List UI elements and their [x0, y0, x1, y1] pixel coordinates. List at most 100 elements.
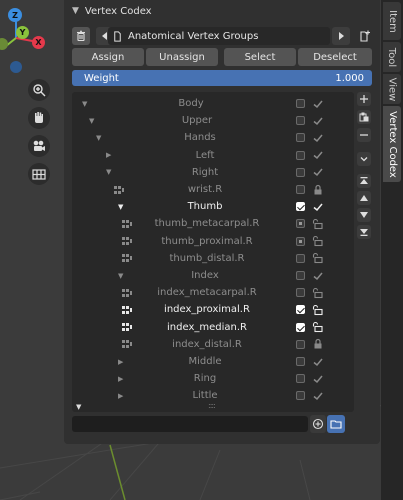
expand-down-icon[interactable]: ▼: [89, 117, 94, 125]
weight-slider[interactable]: Weight 1.000: [72, 70, 372, 86]
row-checkbox[interactable]: [296, 185, 305, 194]
tree-row[interactable]: ▼ Body: [72, 95, 354, 112]
row-checkbox[interactable]: [296, 150, 305, 160]
move-down-icon[interactable]: [357, 208, 371, 222]
tree-expander-down-icon[interactable]: ▼: [76, 403, 81, 411]
triangle-right-icon[interactable]: [332, 27, 350, 45]
row-checkbox[interactable]: [296, 339, 305, 349]
checkmark-icon[interactable]: [312, 356, 324, 368]
tree-row[interactable]: ▼ Index: [72, 267, 354, 284]
tree-row[interactable]: ▶ Ring: [72, 370, 354, 387]
tab-tool[interactable]: Tool: [383, 42, 401, 72]
grid-icon[interactable]: [28, 163, 50, 185]
row-checkbox[interactable]: [296, 219, 305, 229]
checkmark-icon[interactable]: [312, 270, 324, 282]
unlock-icon[interactable]: [312, 252, 324, 264]
tab-item-label: Item: [386, 9, 398, 33]
new-document-icon[interactable]: [356, 27, 374, 45]
minus-icon[interactable]: [357, 128, 371, 142]
unassign-button[interactable]: Unassign: [146, 48, 218, 66]
row-checkbox[interactable]: [296, 271, 305, 280]
tree-row[interactable]: ▶ Left: [72, 147, 354, 164]
lock-icon[interactable]: [312, 338, 324, 350]
folder-icon[interactable]: [327, 415, 345, 433]
trash-icon[interactable]: [72, 27, 90, 45]
row-checkbox[interactable]: [296, 253, 305, 263]
checkmark-icon[interactable]: [312, 149, 324, 161]
paste-icon[interactable]: [357, 110, 371, 124]
tree-row[interactable]: index_distal.R: [72, 336, 354, 353]
tree-row[interactable]: ▼ Thumb: [72, 198, 354, 215]
hand-icon[interactable]: [28, 107, 50, 129]
tree-row[interactable]: thumb_proximal.R: [72, 233, 354, 250]
tree-row-label: index_metacarpal.R: [157, 287, 257, 299]
tree-row[interactable]: ▼ Hands: [72, 129, 354, 146]
tree-row[interactable]: index_metacarpal.R: [72, 284, 354, 301]
row-checkbox[interactable]: [296, 374, 305, 384]
row-checkbox[interactable]: [296, 133, 305, 143]
checkmark-icon[interactable]: [312, 98, 324, 110]
plus-icon[interactable]: [357, 92, 371, 106]
z-axis-ball[interactable]: Z: [8, 8, 22, 22]
row-checkbox[interactable]: [296, 357, 305, 366]
move-bottom-icon[interactable]: [357, 225, 371, 239]
row-checkbox[interactable]: [296, 391, 305, 401]
unlock-icon[interactable]: [312, 287, 324, 299]
y-axis-ball[interactable]: Y: [16, 26, 29, 39]
x-axis-ball[interactable]: X: [32, 36, 45, 49]
panel-title: Vertex Codex: [84, 5, 152, 17]
move-up-icon[interactable]: [357, 191, 371, 205]
select-button[interactable]: Select: [224, 48, 296, 66]
zoom-icon[interactable]: [28, 79, 50, 101]
checkmark-icon[interactable]: [312, 390, 324, 402]
filter-input[interactable]: [72, 416, 308, 432]
tree-row[interactable]: ▶ Middle: [72, 353, 354, 370]
tree-row[interactable]: thumb_metacarpal.R: [72, 215, 354, 232]
expand-down-icon[interactable]: ▼: [96, 134, 101, 142]
tab-view[interactable]: View: [383, 74, 401, 104]
row-checkbox[interactable]: [296, 288, 305, 298]
row-checkbox[interactable]: [296, 167, 305, 177]
row-checkbox[interactable]: [296, 202, 305, 212]
tree-row[interactable]: wrist.R: [72, 181, 354, 198]
tab-item[interactable]: Item: [383, 2, 401, 40]
camera-icon[interactable]: [28, 135, 50, 157]
checkmark-icon[interactable]: [312, 373, 324, 385]
zoom-plus-icon[interactable]: [310, 415, 326, 433]
unlock-icon[interactable]: [312, 218, 324, 230]
tree-row[interactable]: ▼ Upper: [72, 112, 354, 129]
move-top-icon[interactable]: [357, 174, 371, 188]
row-checkbox[interactable]: [296, 116, 305, 126]
tab-vertex-codex[interactable]: Vertex Codex: [383, 106, 401, 182]
checkmark-icon[interactable]: [312, 132, 324, 144]
group-name-field[interactable]: Anatomical Vertex Groups: [108, 27, 330, 45]
expand-down-icon[interactable]: ▼: [82, 100, 87, 108]
expand-right-icon[interactable]: ▶: [106, 151, 111, 159]
assign-button[interactable]: Assign: [72, 48, 144, 66]
unlock-icon[interactable]: [312, 321, 324, 333]
panel-header[interactable]: ▼ Vertex Codex: [64, 0, 380, 22]
chevron-down-icon[interactable]: [357, 152, 371, 166]
tree-row[interactable]: index_median.R: [72, 319, 354, 336]
row-checkbox[interactable]: [296, 236, 305, 246]
deselect-button[interactable]: Deselect: [298, 48, 372, 66]
tree-row-label: Right: [191, 166, 219, 178]
checkmark-icon[interactable]: [312, 115, 324, 127]
unlock-icon[interactable]: [312, 304, 324, 316]
resize-handle[interactable]: ::::: [208, 401, 216, 410]
checkmark-icon[interactable]: [312, 201, 324, 213]
tree-row-label: Little: [192, 390, 218, 402]
vertex-group-tree[interactable]: ▼ Body ▼ Upper ▼ Hands ▶ Left ▼ Right wrist.R ▼ Thum…: [72, 92, 354, 412]
row-checkbox[interactable]: [296, 305, 305, 315]
vertex-codex-panel: ▼ Vertex Codex Anatomical Vertex Groups …: [64, 0, 402, 444]
tree-row[interactable]: thumb_distal.R: [72, 250, 354, 267]
checkmark-icon[interactable]: [312, 166, 324, 178]
row-checkbox[interactable]: [296, 322, 305, 332]
expand-down-icon[interactable]: ▼: [106, 168, 111, 176]
lock-icon[interactable]: [312, 184, 324, 196]
neg-z-axis-ball[interactable]: [10, 61, 22, 73]
tree-row[interactable]: ▼ Right: [72, 164, 354, 181]
tree-row[interactable]: index_proximal.R: [72, 301, 354, 318]
unlock-icon[interactable]: [312, 235, 324, 247]
row-checkbox[interactable]: [296, 99, 305, 108]
